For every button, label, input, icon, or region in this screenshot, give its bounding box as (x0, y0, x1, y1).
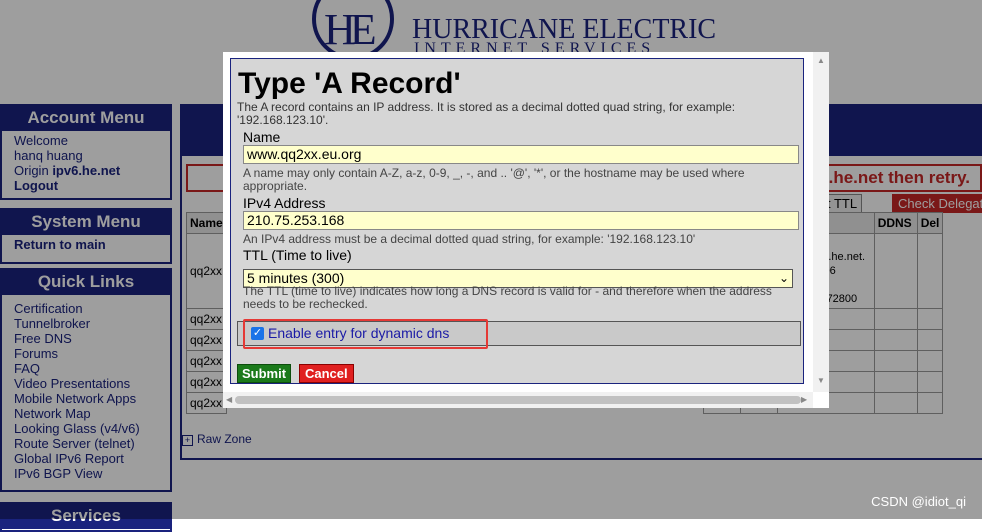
scroll-up-icon[interactable]: ▲ (817, 56, 825, 65)
name-help-text: A name may only contain A-Z, a-z, 0-9, _… (243, 166, 745, 193)
ipv4-input[interactable]: 210.75.253.168 (243, 211, 799, 230)
dialog-title: Type 'A Record' (238, 67, 461, 100)
submit-button[interactable]: Submit (237, 364, 292, 383)
ipv4-label: IPv4 Address (243, 195, 326, 211)
horizontal-scroll-thumb[interactable] (235, 396, 801, 404)
name-label: Name (243, 129, 281, 145)
scroll-right-icon[interactable]: ▶ (801, 395, 807, 404)
scroll-down-icon[interactable]: ▼ (817, 376, 825, 385)
ttl-label: TTL (Time to live) (243, 247, 352, 263)
horizontal-scrollbar[interactable]: ◀ ▶ (223, 392, 813, 408)
a-record-dialog: Type 'A Record' The A record contains an… (223, 52, 829, 408)
a-record-form: Type 'A Record' The A record contains an… (230, 58, 804, 384)
highlight-annotation (243, 319, 488, 349)
ttl-help-text: The TTL (time to live) indicates how lon… (243, 284, 772, 311)
record-description: The A record contains an IP address. It … (237, 100, 736, 127)
cancel-button[interactable]: Cancel (299, 364, 354, 383)
ipv4-help-text: An IPv4 address must be a decimal dotted… (243, 232, 696, 246)
scroll-left-icon[interactable]: ◀ (226, 395, 232, 404)
name-input[interactable]: www.qq2xx.eu.org (243, 145, 799, 164)
vertical-scrollbar[interactable]: ▲ ▼ (813, 52, 829, 392)
watermark: CSDN @idiot_qi (871, 494, 966, 509)
